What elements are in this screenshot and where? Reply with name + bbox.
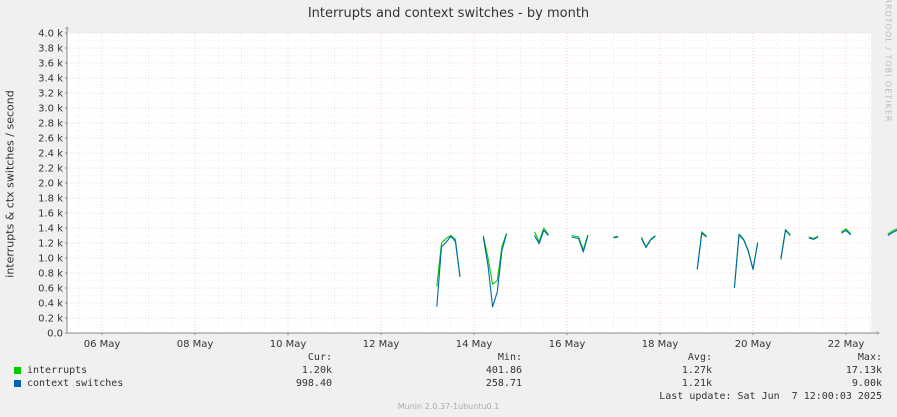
legend-max-context-switches: 9.00k xyxy=(851,378,882,389)
x-axis-arrow xyxy=(877,331,880,335)
legend-label-context-switches: context switches xyxy=(27,378,124,389)
y-tick-label: 3.8 k xyxy=(38,44,63,55)
y-tick-label: 1.6 k xyxy=(38,209,63,220)
legend-swatch-interrupts xyxy=(14,367,21,374)
legend-max-interrupts: 17.13k xyxy=(845,365,882,376)
y-tick-label: 3.4 k xyxy=(38,74,63,85)
legend-table: Cur: Min: Avg: Max: interrupts 1.20k 401… xyxy=(14,352,888,404)
y-tick-label: 0.6 k xyxy=(38,284,63,295)
x-tick-label: 06 May xyxy=(84,339,121,350)
x-tick-label: 14 May xyxy=(456,339,493,350)
x-tick-label: 18 May xyxy=(642,339,679,350)
y-tick-label: 3.0 k xyxy=(38,104,63,115)
legend-min-interrupts: 401.86 xyxy=(485,365,522,376)
munin-version-footer: Munin 2.0.37-1ubuntu0.1 xyxy=(397,402,500,411)
x-tick-label: 22 May xyxy=(828,339,865,350)
y-tick-label: 0.0 xyxy=(47,329,63,340)
legend-header-max: Max: xyxy=(857,352,882,363)
legend-header-row: Cur: Min: Avg: Max: xyxy=(14,352,888,365)
y-tick-label: 3.2 k xyxy=(38,89,63,100)
y-axis-arrow xyxy=(65,26,69,29)
x-tick-label: 20 May xyxy=(735,339,772,350)
legend-header-min: Min: xyxy=(497,352,522,363)
legend-swatch-context-switches xyxy=(14,380,21,387)
y-tick-label: 1.8 k xyxy=(38,194,63,205)
y-tick-label: 4.0 k xyxy=(38,29,63,40)
y-tick-label: 2.8 k xyxy=(38,119,63,130)
legend-avg-interrupts: 1.27k xyxy=(681,365,712,376)
y-tick-label: 3.6 k xyxy=(38,59,63,70)
legend-header-cur: Cur: xyxy=(307,352,332,363)
last-update: Last update: Sat Jun 7 12:00:03 2025 xyxy=(659,391,882,402)
legend-row-interrupts: interrupts 1.20k 401.86 1.27k 17.13k xyxy=(14,365,888,378)
x-tick-label: 12 May xyxy=(363,339,400,350)
x-tick-label: 08 May xyxy=(177,339,214,350)
x-tick-label: 10 May xyxy=(270,339,307,350)
y-tick-label: 1.2 k xyxy=(38,239,63,250)
legend-row-context-switches: context switches 998.40 258.71 1.21k 9.0… xyxy=(14,378,888,391)
y-tick-label: 2.2 k xyxy=(38,164,63,175)
x-tick-label: 16 May xyxy=(549,339,586,350)
legend-cur-interrupts: 1.20k xyxy=(301,365,332,376)
y-tick-label: 2.6 k xyxy=(38,134,63,145)
y-tick-label: 1.4 k xyxy=(38,224,63,235)
y-tick-label: 1.0 k xyxy=(38,254,63,265)
legend-label-interrupts: interrupts xyxy=(27,365,88,376)
legend-header-avg: Avg: xyxy=(687,352,712,363)
y-tick-label: 0.8 k xyxy=(38,269,63,280)
y-tick-label: 0.2 k xyxy=(38,314,63,325)
legend-cur-context-switches: 998.40 xyxy=(295,378,332,389)
y-tick-label: 2.4 k xyxy=(38,149,63,160)
y-tick-label: 2.0 k xyxy=(38,179,63,190)
legend-avg-context-switches: 1.21k xyxy=(681,378,712,389)
legend-min-context-switches: 258.71 xyxy=(485,378,522,389)
y-tick-label: 0.4 k xyxy=(38,299,63,310)
